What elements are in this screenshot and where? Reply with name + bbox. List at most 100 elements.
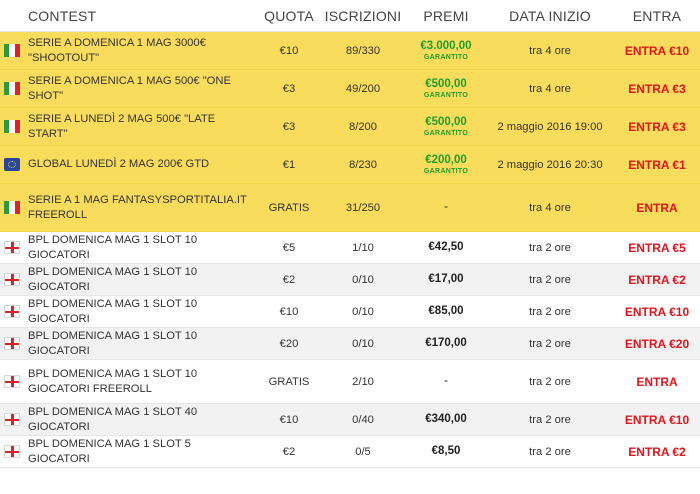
iscrizioni-cell: 31/250: [345, 201, 381, 214]
start-time-cell: 2 maggio 2016 19:00: [497, 120, 603, 133]
featured-contest-row[interactable]: SERIE A DOMENICA 1 MAG 500€ "ONE SHOT" €3…: [0, 69, 700, 108]
england-flag-icon: [4, 240, 20, 254]
enter-contest-button[interactable]: ENTRA €3: [628, 120, 686, 134]
contest-name[interactable]: BPL DOMENICA MAG 1 SLOT 10 GIOCATORI: [28, 266, 197, 293]
premi-cell: €8,50: [406, 436, 486, 468]
premi-cell: €500,00 GARANTITO: [406, 70, 486, 108]
contest-row[interactable]: BPL DOMENICA MAG 1 SLOT 40 GIOCATORI €10 0…: [0, 403, 700, 436]
contest-name-cell[interactable]: SERIE A 1 MAG FANTASYSPORTITALIA.IT FREE…: [0, 184, 258, 232]
contest-name-cell[interactable]: BPL DOMENICA MAG 1 SLOT 10 GIOCATORI FRE…: [0, 360, 258, 404]
entra-cell: ENTRA: [614, 184, 700, 232]
column-header-premi[interactable]: PREMI: [406, 0, 486, 32]
contest-name-cell[interactable]: BPL DOMENICA MAG 1 SLOT 40 GIOCATORI: [0, 404, 258, 436]
enter-contest-button[interactable]: ENTRA: [636, 201, 677, 215]
contest-name-cell[interactable]: SERIE A DOMENICA 1 MAG 3000€ "SHOOTOUT": [0, 32, 258, 70]
iscrizioni-cell: 0/10: [352, 305, 374, 318]
entra-cell: ENTRA €2: [614, 436, 700, 468]
contest-name[interactable]: BPL DOMENICA MAG 1 SLOT 40 GIOCATORI: [28, 406, 197, 433]
entra-cell: ENTRA: [614, 360, 700, 404]
enter-contest-button[interactable]: ENTRA €20: [625, 337, 689, 351]
contest-name[interactable]: SERIE A 1 MAG FANTASYSPORTITALIA.IT FREE…: [28, 194, 247, 221]
premi-cell: -: [406, 184, 486, 232]
start-time-cell: tra 2 ore: [529, 241, 571, 254]
contest-name[interactable]: SERIE A LUNEDÌ 2 MAG 500€ "LATE START": [28, 113, 215, 140]
contest-row[interactable]: BPL DOMENICA MAG 1 SLOT 10 GIOCATORI €2 0/…: [0, 263, 700, 296]
contest-list: SERIE A DOMENICA 1 MAG 3000€ "SHOOTOUT" €…: [0, 31, 700, 468]
prize-amount: €200,00: [425, 153, 467, 166]
england-flag-icon: [4, 304, 20, 318]
entra-cell: ENTRA €1: [614, 146, 700, 184]
column-header-contest[interactable]: CONTEST: [0, 0, 258, 32]
quota-cell: €2: [282, 445, 296, 458]
featured-contest-row[interactable]: SERIE A 1 MAG FANTASYSPORTITALIA.IT FREE…: [0, 183, 700, 232]
premi-cell: €42,50: [406, 232, 486, 264]
enter-contest-button[interactable]: ENTRA €1: [628, 158, 686, 172]
contest-name[interactable]: BPL DOMENICA MAG 1 SLOT 5 GIOCATORI: [28, 438, 191, 465]
start-time-cell: tra 2 ore: [529, 445, 571, 458]
iscrizioni-cell: 0/10: [352, 337, 374, 350]
enter-contest-button[interactable]: ENTRA €2: [628, 445, 686, 459]
contest-row[interactable]: BPL DOMENICA MAG 1 SLOT 10 GIOCATORI FRE…: [0, 360, 700, 404]
contest-name-cell[interactable]: BPL DOMENICA MAG 1 SLOT 10 GIOCATORI: [0, 264, 258, 296]
italy-flag-icon: [4, 119, 20, 133]
quota-cell: €10: [279, 44, 299, 57]
featured-contest-row[interactable]: GLOBAL LUNEDÌ 2 MAG 200€ GTD €1 8/230 €200,…: [0, 145, 700, 184]
contest-name-cell[interactable]: BPL DOMENICA MAG 1 SLOT 10 GIOCATORI: [0, 328, 258, 360]
italy-flag-icon: [4, 81, 20, 95]
iscrizioni-cell: 8/200: [349, 120, 377, 133]
contest-name-cell[interactable]: BPL DOMENICA MAG 1 SLOT 5 GIOCATORI: [0, 436, 258, 468]
quota-cell: €5: [282, 241, 296, 254]
contest-name-cell[interactable]: GLOBAL LUNEDÌ 2 MAG 200€ GTD: [0, 146, 258, 184]
column-header-entra[interactable]: ENTRA: [614, 0, 700, 32]
contest-row[interactable]: BPL DOMENICA MAG 1 SLOT 10 GIOCATORI €10 0…: [0, 296, 700, 328]
premi-cell: €85,00: [406, 296, 486, 328]
iscrizioni-cell: 1/10: [352, 241, 374, 254]
enter-contest-button[interactable]: ENTRA €5: [628, 241, 686, 255]
prize-amount: €500,00: [425, 77, 467, 90]
england-flag-icon: [4, 374, 20, 388]
premi-cell: €200,00 GARANTITO: [406, 146, 486, 184]
contest-row[interactable]: BPL DOMENICA MAG 1 SLOT 10 GIOCATORI €20 0…: [0, 327, 700, 360]
contest-name[interactable]: SERIE A DOMENICA 1 MAG 500€ "ONE SHOT": [28, 75, 231, 102]
contest-name[interactable]: BPL DOMENICA MAG 1 SLOT 10 GIOCATORI FRE…: [28, 368, 197, 395]
enter-contest-button[interactable]: ENTRA €3: [628, 82, 686, 96]
contest-name[interactable]: BPL DOMENICA MAG 1 SLOT 10 GIOCATORI: [28, 234, 197, 261]
prize-amount: €3.000,00: [420, 39, 472, 52]
column-header-data-inizio[interactable]: DATA INIZIO: [486, 0, 614, 32]
enter-contest-button[interactable]: ENTRA €10: [625, 305, 689, 319]
premi-cell: €17,00: [406, 264, 486, 296]
contest-name-cell[interactable]: BPL DOMENICA MAG 1 SLOT 10 GIOCATORI: [0, 232, 258, 264]
start-time-cell: tra 2 ore: [529, 273, 571, 286]
contest-name[interactable]: SERIE A DOMENICA 1 MAG 3000€ "SHOOTOUT": [28, 37, 206, 64]
entra-cell: ENTRA €3: [614, 70, 700, 108]
contest-row[interactable]: BPL DOMENICA MAG 1 SLOT 10 GIOCATORI €5 1/…: [0, 232, 700, 264]
start-time-cell: tra 2 ore: [529, 413, 571, 426]
contest-name-cell[interactable]: SERIE A LUNEDÌ 2 MAG 500€ "LATE START": [0, 108, 258, 146]
contest-name-cell[interactable]: SERIE A DOMENICA 1 MAG 500€ "ONE SHOT": [0, 70, 258, 108]
entra-cell: ENTRA €10: [614, 32, 700, 70]
column-header-iscrizioni[interactable]: ISCRIZIONI: [320, 0, 406, 32]
contest-name[interactable]: BPL DOMENICA MAG 1 SLOT 10 GIOCATORI: [28, 330, 197, 357]
prize-amount: -: [444, 375, 448, 387]
premi-cell: €500,00 GARANTITO: [406, 108, 486, 146]
england-flag-icon: [4, 444, 20, 458]
enter-contest-button[interactable]: ENTRA €10: [625, 44, 689, 58]
iscrizioni-cell: 2/10: [352, 375, 374, 388]
quota-cell: €10: [279, 305, 299, 318]
contest-name[interactable]: BPL DOMENICA MAG 1 SLOT 10 GIOCATORI: [28, 298, 197, 325]
iscrizioni-cell: 89/330: [345, 44, 381, 57]
premi-cell: -: [406, 360, 486, 404]
enter-contest-button[interactable]: ENTRA €10: [625, 413, 689, 427]
enter-contest-button[interactable]: ENTRA €2: [628, 273, 686, 287]
flag-stripe: [14, 200, 20, 214]
enter-contest-button[interactable]: ENTRA: [636, 375, 677, 389]
featured-contest-row[interactable]: SERIE A DOMENICA 1 MAG 3000€ "SHOOTOUT" €…: [0, 31, 700, 70]
featured-contest-row[interactable]: SERIE A LUNEDÌ 2 MAG 500€ "LATE START" €3…: [0, 107, 700, 146]
premi-cell: €3.000,00 GARANTITO: [406, 32, 486, 70]
quota-cell: €20: [279, 337, 299, 350]
column-header-quota[interactable]: QUOTA: [258, 0, 320, 32]
contest-name-cell[interactable]: BPL DOMENICA MAG 1 SLOT 10 GIOCATORI: [0, 296, 258, 328]
contest-name[interactable]: GLOBAL LUNEDÌ 2 MAG 200€ GTD: [28, 158, 209, 170]
contest-row[interactable]: BPL DOMENICA MAG 1 SLOT 5 GIOCATORI €2 0/5…: [0, 436, 700, 468]
prize-amount: €8,50: [431, 445, 461, 457]
